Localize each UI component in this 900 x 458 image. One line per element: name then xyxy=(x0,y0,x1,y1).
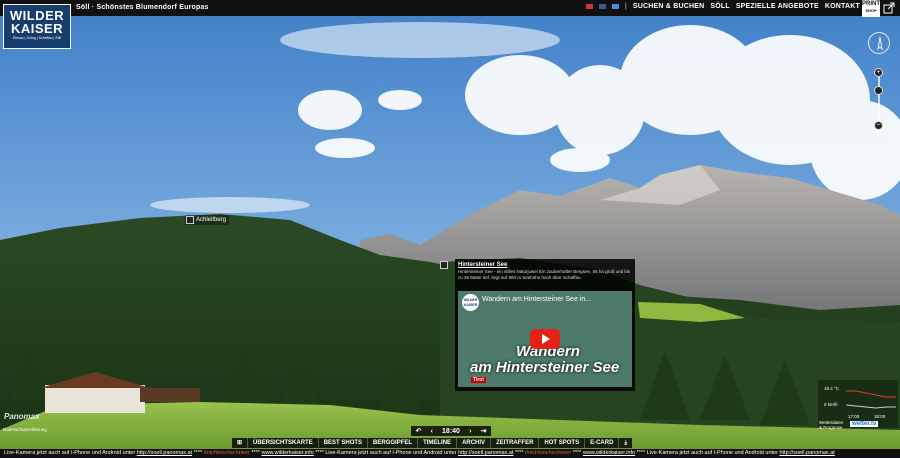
menu-uebersichtskarte[interactable]: ÜBERSICHTSKARTE xyxy=(247,438,318,448)
menu-hot-spots[interactable]: HOT SPOTS xyxy=(538,438,584,448)
ticker-stars-6: **** xyxy=(636,450,646,456)
weather-time-1: 17:00 xyxy=(848,414,860,419)
zoom-in-icon[interactable]: + xyxy=(874,68,883,77)
nav-spezielle-angebote[interactable]: SPEZIELLE ANGEBOTE xyxy=(736,3,819,10)
download-icon[interactable]: ⤓ xyxy=(618,438,632,448)
ticker-link-3[interactable]: http://soell.panomax.at xyxy=(779,450,834,456)
flag-en-icon[interactable] xyxy=(611,4,619,9)
panorama-view[interactable] xyxy=(0,0,900,458)
compass-icon[interactable] xyxy=(868,32,890,54)
weather-graph xyxy=(846,390,896,409)
weather-label: Wetterdaten & Prognose xyxy=(819,420,843,430)
latest-time-icon[interactable]: ⇥ xyxy=(481,427,487,435)
nav-suchen-buchen[interactable]: SUCHEN & BUCHEN xyxy=(633,3,704,10)
ticker-link-2[interactable]: http://soell.panomax.at xyxy=(458,450,513,456)
prev-time-icon[interactable]: ‹ xyxy=(431,428,433,435)
top-nav: | SUCHEN & BUCHEN SÖLL SPEZIELLE ANGEBOT… xyxy=(585,3,860,10)
lake-icon xyxy=(440,261,448,269)
ticker-stars-5: **** xyxy=(572,450,582,456)
ticker-stars-4: **** xyxy=(514,450,524,456)
nav-soell[interactable]: SÖLL xyxy=(710,3,729,10)
mountain-icon xyxy=(186,216,194,224)
panorama-image xyxy=(0,0,900,458)
weather-time-2: 18:00 xyxy=(874,414,886,419)
ticker-stars: **** xyxy=(193,450,203,456)
share-icon[interactable] xyxy=(883,2,895,14)
play-button-icon[interactable] xyxy=(530,329,560,349)
logo-line2: KAISER xyxy=(10,21,64,36)
zoom-handle[interactable] xyxy=(874,86,883,95)
fullscreen-icon[interactable]: ⊞ xyxy=(232,438,247,448)
nav-kontakt[interactable]: KONTAKT xyxy=(825,3,860,10)
popup-title[interactable]: Hintersteiner See xyxy=(458,262,632,268)
nav-separator: | xyxy=(624,3,627,10)
menu-e-card[interactable]: E-CARD xyxy=(584,438,618,448)
wilder-kaiser-logo[interactable]: WILDER KAISER Ellmau | Going | Scheffau … xyxy=(3,4,71,49)
zoom-slider[interactable] xyxy=(878,72,880,126)
ticker-hashtag: #nichtnochschneer xyxy=(203,450,250,456)
channel-logo[interactable]: WILDER KAISER xyxy=(462,294,479,311)
top-bar: Söll · Schönstes Blumendorf Europas | SU… xyxy=(0,0,900,16)
menu-zeitraffer[interactable]: ZEITRAFFER xyxy=(490,438,538,448)
menu-bar: ⊞ ÜBERSICHTSKARTE BEST SHOTS BERGGIPFEL … xyxy=(232,438,633,448)
poi-achleitberg[interactable]: Achleitberg xyxy=(185,215,230,225)
menu-best-shots[interactable]: BEST SHOTS xyxy=(317,438,367,448)
ticker-text-3: Live-Kamera jetzt auch auf I-Phone und A… xyxy=(646,450,778,456)
current-time[interactable]: 18:40 xyxy=(442,428,460,435)
panomax-watermark: Panomax xyxy=(4,412,40,421)
wetter-tv-logo[interactable]: wetter.tv xyxy=(850,421,879,427)
next-time-icon[interactable]: › xyxy=(469,428,471,435)
ticker-site-link-2[interactable]: www.wilderkaiser.info xyxy=(583,450,635,456)
weather-wind: 5 km/h xyxy=(824,402,838,407)
ticker-stars-3: **** xyxy=(315,450,324,456)
zoom-out-icon[interactable]: − xyxy=(874,121,883,130)
undo-icon[interactable]: ↶ xyxy=(416,427,422,435)
poi-popup: Hintersteiner See Hintersteiner See - ei… xyxy=(455,259,635,391)
privacy-link[interactable]: Datenschutzerklärung xyxy=(3,427,47,432)
poi-label: Achleitberg xyxy=(196,217,227,223)
menu-berggipfel[interactable]: BERGGIPFEL xyxy=(367,438,417,448)
ticker-text-2: Live-Kamera jetzt auch auf I-Phone und A… xyxy=(325,450,457,456)
video-title[interactable]: Wandern am Hintersteiner See in... xyxy=(482,296,591,303)
popup-description: Hintersteiner See - ein stilles Naturjuw… xyxy=(458,269,631,280)
menu-archiv[interactable]: ARCHIV xyxy=(456,438,490,448)
video-overlay-line2: am Hintersteiner See xyxy=(470,359,620,376)
weather-temp: 19.4 °C xyxy=(824,386,840,391)
weather-label-line2: & Prognose xyxy=(819,425,843,430)
news-ticker: Live-Kamera jetzt auch auf I-Phone und A… xyxy=(0,449,900,458)
logo-tagline: Ellmau | Going | Scheffau | Söll xyxy=(12,36,62,40)
print-shop-line2: SHOP xyxy=(865,8,877,13)
flag-de-icon[interactable] xyxy=(585,4,593,9)
ticker-link[interactable]: http://soell.panomax.at xyxy=(137,450,192,456)
video-player[interactable]: WILDER KAISER Wandern am Hintersteiner S… xyxy=(458,291,632,387)
ticker-stars-2: **** xyxy=(251,450,260,456)
ticker-text: Live-Kamera jetzt auch auf I-Phone und A… xyxy=(4,450,136,456)
time-control: ↶ ‹ 18:40 › ⇥ xyxy=(411,426,491,436)
ticker-hashtag-2: #nichtnochschneer xyxy=(525,450,572,456)
poi-hintersteiner-see-marker[interactable] xyxy=(440,261,448,269)
print-shop-line1: PRINT xyxy=(862,1,880,7)
menu-timeline[interactable]: TIMELINE xyxy=(417,438,456,448)
tirol-badge: Tirol xyxy=(471,377,486,383)
ticker-site-link[interactable]: www.wilderkaiser.info xyxy=(261,450,313,456)
print-shop-button[interactable]: PRINT SHOP xyxy=(862,0,880,17)
page-title: Söll · Schönstes Blumendorf Europas xyxy=(76,4,209,11)
facebook-icon[interactable] xyxy=(598,4,606,9)
